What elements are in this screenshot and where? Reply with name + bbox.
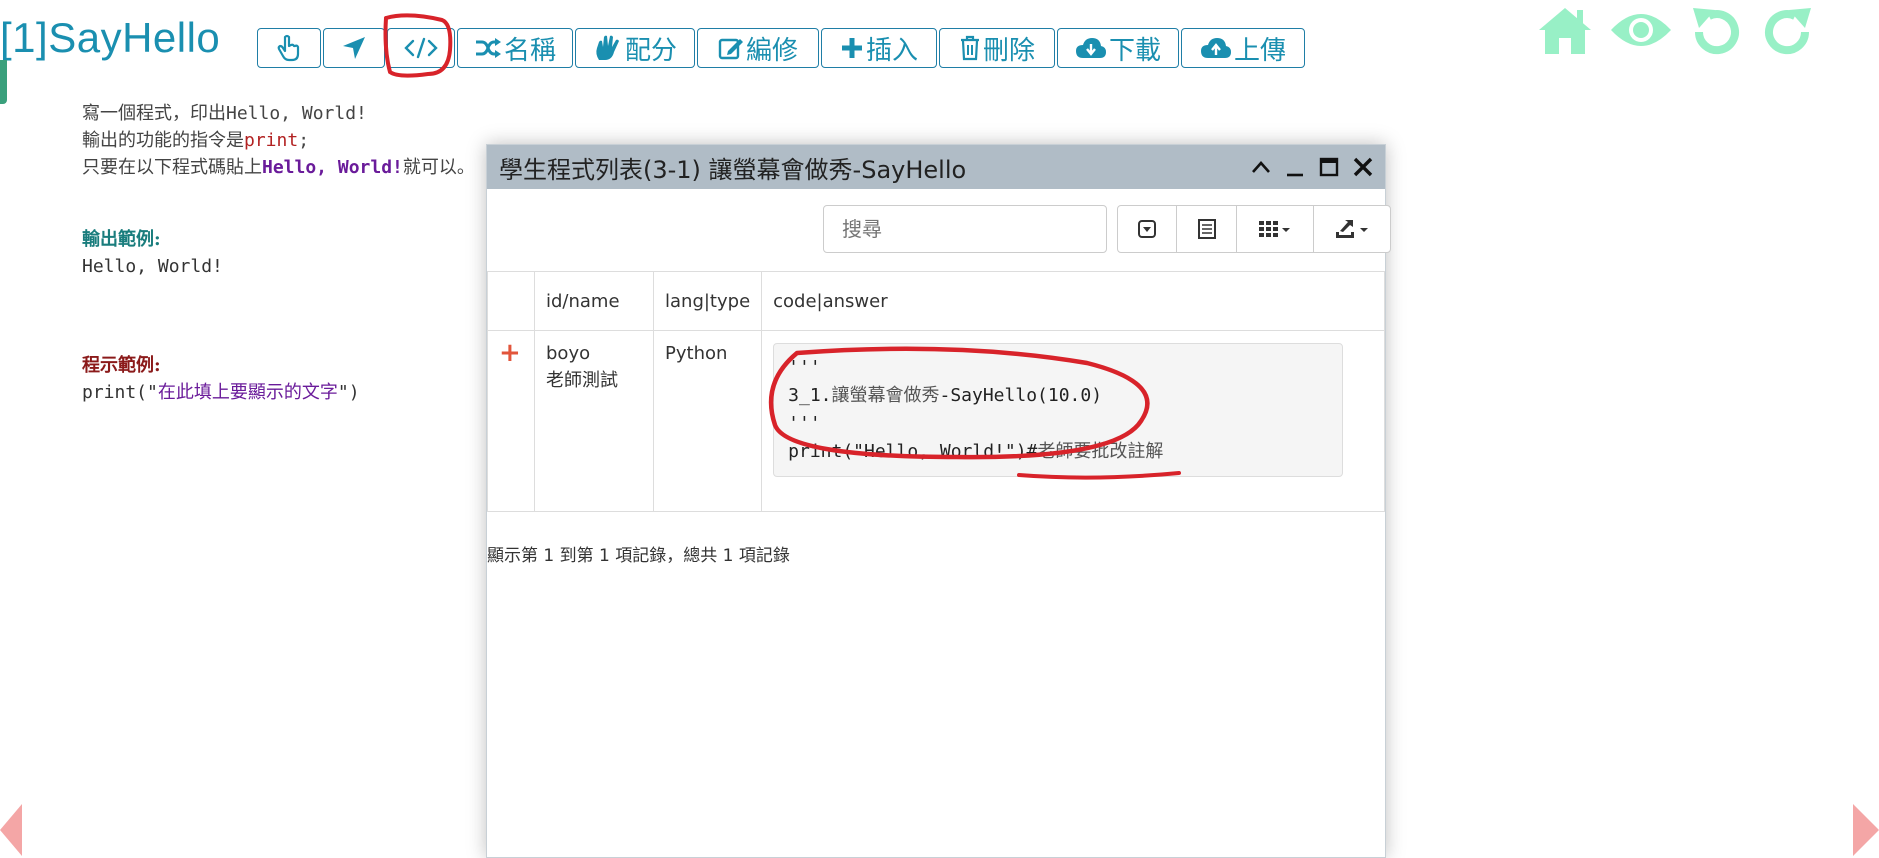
insert-button[interactable]: 插入: [821, 28, 937, 68]
top-right-nav: [1535, 4, 1817, 60]
description-line-2: 輸出的功能的指令是print;: [82, 130, 310, 151]
toolbar: 名稱 配分 編修 插入 刪除 下載 上傳: [257, 28, 1307, 68]
page-title: [1]SayHello: [0, 14, 221, 61]
rename-label: 名稱: [503, 35, 556, 66]
expand-cell: +: [487, 330, 535, 512]
trash-icon: [960, 35, 979, 61]
redo-icon[interactable]: [1759, 4, 1817, 60]
table-header-row: id/name lang|type code|answer: [487, 271, 1385, 331]
close-button[interactable]: [1351, 153, 1375, 181]
chevron-up-icon: [1252, 161, 1270, 173]
columns-button[interactable]: [1236, 205, 1314, 253]
code-line-2: 3_1.讓螢幕會做秀-SayHello(10.0): [788, 385, 1103, 406]
export-button[interactable]: [1313, 205, 1391, 253]
code-icon: [404, 37, 438, 59]
edit-icon: [718, 38, 743, 60]
expand-row-button[interactable]: +: [499, 338, 521, 368]
minimize-icon: [1287, 173, 1303, 177]
prev-page-arrow[interactable]: [0, 804, 22, 856]
maximize-button[interactable]: [1317, 153, 1341, 181]
minimize-button[interactable]: [1283, 153, 1307, 181]
cloud-upload-icon: [1200, 38, 1231, 58]
output-example-heading: 輸出範例:: [82, 229, 161, 250]
col-lang-type[interactable]: lang|type: [652, 271, 763, 331]
next-page-arrow[interactable]: [1853, 804, 1879, 856]
program-example: 程示範例: print("在此填上要顯示的文字"): [82, 352, 360, 406]
program-example-heading: 程示範例:: [82, 355, 161, 376]
list-view-button[interactable]: [1176, 205, 1237, 253]
lang-cell: Python: [652, 330, 763, 512]
score-label: 配分: [624, 35, 677, 66]
student-programs-modal: 學生程式列表(3-1) 讓螢幕會做秀-SayHello id/name lan: [486, 144, 1391, 858]
code-line-1: ''': [788, 357, 821, 378]
pagination-info: 顯示第 1 到第 1 項記錄，總共 1 項記錄: [487, 546, 790, 566]
navigate-button[interactable]: [323, 28, 385, 68]
score-button[interactable]: 配分: [575, 28, 695, 68]
col-code-answer[interactable]: code|answer: [761, 271, 1385, 331]
rename-button[interactable]: 名稱: [457, 28, 573, 68]
pointer-button[interactable]: [257, 28, 321, 68]
shuffle-icon: [475, 38, 501, 58]
modal-header[interactable]: 學生程式列表(3-1) 讓螢幕會做秀-SayHello: [487, 145, 1385, 189]
download-button[interactable]: 下載: [1057, 28, 1179, 68]
upload-button[interactable]: 上傳: [1181, 28, 1305, 68]
edit-button[interactable]: 編修: [697, 28, 819, 68]
location-arrow-icon: [343, 37, 365, 59]
delete-label: 刪除: [982, 35, 1035, 66]
code-cell: ''' 3_1.讓螢幕會做秀-SayHello(10.0) ''' print(…: [761, 330, 1385, 512]
side-tab[interactable]: [0, 60, 7, 104]
col-expand: [487, 271, 535, 331]
student-id: boyo: [546, 343, 591, 364]
code-line-4: print("Hello, World!")#老師要批改註解: [788, 441, 1164, 462]
modal-controls: [1249, 153, 1375, 181]
program-example-code: print("在此填上要顯示的文字"): [82, 382, 360, 403]
delete-button[interactable]: 刪除: [939, 28, 1055, 68]
programs-table: id/name lang|type code|answer + boyo 老師測…: [487, 271, 1385, 512]
edit-label: 編修: [745, 35, 798, 66]
maximize-icon: [1319, 157, 1339, 177]
plus-icon: [841, 38, 862, 58]
table-row: + boyo 老師測試 Python ''' 3_1.讓螢幕會做秀-SayHel…: [487, 330, 1385, 512]
code-line-3: ''': [788, 413, 821, 434]
student-name: 老師測試: [546, 370, 618, 391]
code-block: ''' 3_1.讓螢幕會做秀-SayHello(10.0) ''' print(…: [773, 343, 1344, 477]
modal-title: 學生程式列表(3-1) 讓螢幕會做秀-SayHello: [499, 155, 967, 184]
grid-icon: [1259, 221, 1290, 237]
description-line-1: 寫一個程式，印出Hello, World!: [82, 103, 367, 124]
col-id-name[interactable]: id/name: [534, 271, 654, 331]
description-line-3: 只要在以下程式碼貼上Hello, World!就可以。: [82, 157, 475, 178]
cloud-download-icon: [1075, 38, 1106, 58]
table-toolbar: [1117, 205, 1391, 253]
upload-label: 上傳: [1233, 35, 1286, 66]
list-icon: [1197, 219, 1216, 239]
output-example: 輸出範例: Hello, World!: [82, 226, 223, 280]
problem-description: 寫一個程式，印出Hello, World! 輸出的功能的指令是print; 只要…: [82, 100, 475, 181]
eye-icon[interactable]: [1609, 4, 1673, 56]
id-name-cell: boyo 老師測試: [534, 330, 654, 512]
output-example-text: Hello, World!: [82, 256, 223, 277]
hand-pointer-icon: [277, 34, 300, 62]
download-label: 下載: [1108, 35, 1161, 66]
toggle-view-button[interactable]: [1117, 205, 1177, 253]
collapse-button[interactable]: [1249, 153, 1273, 181]
code-view-button[interactable]: [387, 28, 455, 68]
undo-icon[interactable]: [1687, 4, 1745, 60]
close-icon: [1353, 157, 1373, 177]
home-icon[interactable]: [1535, 4, 1595, 56]
insert-label: 插入: [865, 35, 918, 66]
export-icon: [1336, 220, 1368, 238]
search-input[interactable]: [823, 205, 1107, 253]
hand-spread-icon: [596, 35, 619, 60]
caret-square-down-icon: [1138, 220, 1156, 238]
